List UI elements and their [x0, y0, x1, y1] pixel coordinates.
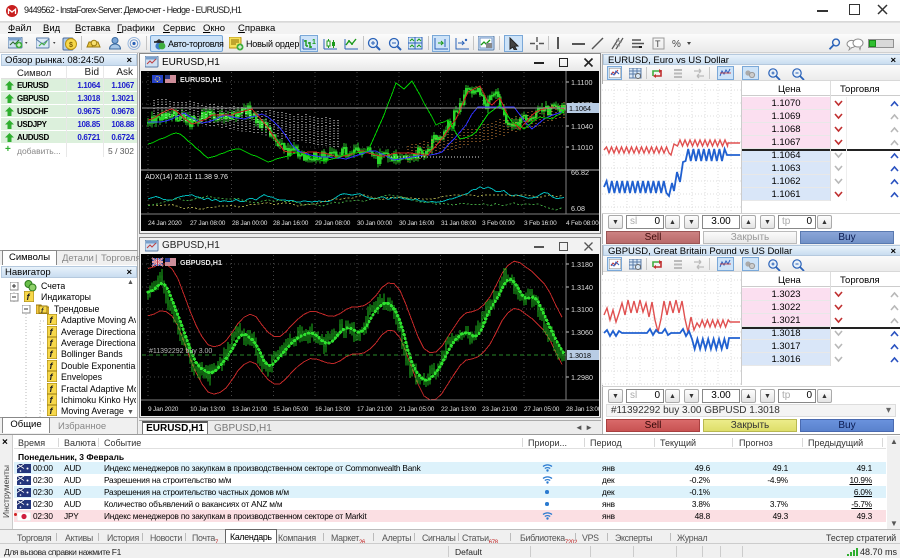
svg-text:1.3018: 1.3018: [569, 351, 591, 360]
svg-text:30 Jan 00:00: 30 Jan 00:00: [357, 220, 393, 227]
svg-text:28 Jan 16:00: 28 Jan 16:00: [273, 220, 309, 227]
svg-text:16 Jan 13:00: 16 Jan 13:00: [315, 406, 351, 413]
svg-text:28 Jan 13:00: 28 Jan 13:00: [566, 406, 599, 413]
svg-text:1.3180: 1.3180: [571, 260, 593, 269]
svg-text:17 Jan 21:00: 17 Jan 21:00: [357, 406, 393, 413]
svg-text:1.1100: 1.1100: [571, 78, 592, 87]
svg-text:29 Jan 08:00: 29 Jan 08:00: [315, 220, 351, 227]
svg-text:1.3140: 1.3140: [571, 283, 593, 292]
svg-text:66.82: 66.82: [571, 168, 589, 177]
svg-text:GBPUSD,H1: GBPUSD,H1: [180, 258, 222, 267]
svg-text:4 Feb 08:00: 4 Feb 08:00: [566, 220, 599, 227]
svg-text:1.1010: 1.1010: [571, 143, 593, 152]
svg-text:1.1064: 1.1064: [569, 104, 591, 113]
svg-text:1.3060: 1.3060: [571, 328, 593, 337]
svg-text:EURUSD,H1: EURUSD,H1: [180, 75, 222, 84]
svg-text:13 Jan 21:00: 13 Jan 21:00: [232, 406, 268, 413]
svg-text:27 Jan 05:00: 27 Jan 05:00: [524, 406, 560, 413]
svg-text:#11392292 buy 3.00: #11392292 buy 3.00: [149, 348, 212, 355]
svg-text:%: %: [672, 39, 681, 50]
svg-text:22 Jan 13:00: 22 Jan 13:00: [441, 406, 477, 413]
svg-text:6.08: 6.08: [571, 204, 585, 213]
svg-text:3 Feb 00:00: 3 Feb 00:00: [482, 220, 515, 227]
svg-text:27 Jan 08:00: 27 Jan 08:00: [190, 220, 226, 227]
svg-text:T: T: [655, 39, 661, 49]
svg-text:10 Jan 13:00: 10 Jan 13:00: [190, 406, 226, 413]
svg-text:1: 1: [312, 39, 316, 46]
svg-text:1.3100: 1.3100: [571, 305, 593, 314]
svg-text:ADX(14) 20.21 11.38 9.76: ADX(14) 20.21 11.38 9.76: [145, 172, 228, 181]
svg-text:$: $: [69, 42, 73, 49]
svg-text:30 Jan 16:00: 30 Jan 16:00: [399, 220, 435, 227]
svg-text:1.1040: 1.1040: [571, 122, 593, 131]
svg-text:9 Jan 2020: 9 Jan 2020: [148, 406, 179, 413]
svg-text:31 Jan 08:00: 31 Jan 08:00: [441, 220, 477, 227]
svg-text:24 Jan 2020: 24 Jan 2020: [148, 220, 182, 227]
svg-text:23 Jan 21:00: 23 Jan 21:00: [482, 406, 518, 413]
svg-text:3 Feb 16:00: 3 Feb 16:00: [524, 220, 557, 227]
svg-text:15 Jan 05:00: 15 Jan 05:00: [273, 406, 309, 413]
svg-text:28 Jan 00:00: 28 Jan 00:00: [232, 220, 268, 227]
svg-text:1.2980: 1.2980: [571, 373, 593, 382]
svg-text:21 Jan 05:00: 21 Jan 05:00: [399, 406, 435, 413]
